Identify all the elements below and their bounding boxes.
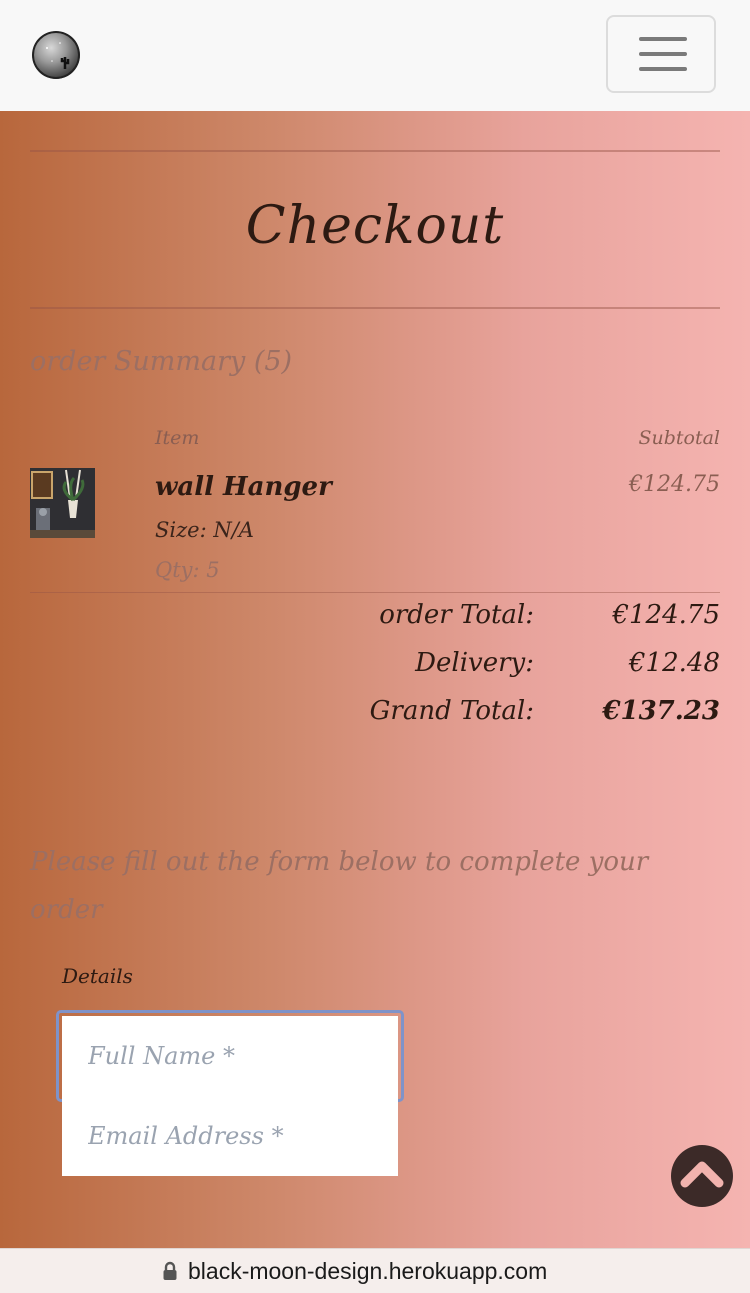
- form-instructions: Please fill out the form below to comple…: [30, 847, 649, 925]
- column-header-subtotal: Subtotal: [638, 427, 720, 449]
- moon-cactus-logo-icon[interactable]: [32, 31, 80, 79]
- product-name[interactable]: wall Hanger: [155, 472, 332, 502]
- chevron-up-icon: [680, 1161, 724, 1188]
- browser-url-bar[interactable]: black-moon-design.herokuapp.com: [0, 1248, 750, 1293]
- hamburger-menu-icon: [639, 37, 687, 41]
- order-summary-heading: order Summary (5): [30, 346, 293, 377]
- grand-total-value: €137.23: [602, 696, 720, 726]
- url-text[interactable]: black-moon-design.herokuapp.com: [188, 1258, 547, 1285]
- product-subtotal: €124.75: [629, 472, 720, 497]
- divider: [30, 150, 720, 152]
- lock-icon: [163, 1261, 177, 1280]
- delivery-value: €12.48: [629, 648, 720, 678]
- hamburger-menu-button[interactable]: [606, 15, 716, 93]
- back-to-top-button[interactable]: [671, 1145, 733, 1207]
- product-thumbnail: [30, 468, 95, 538]
- page-title: Checkout: [245, 196, 505, 256]
- delivery-label: Delivery:: [415, 648, 534, 678]
- divider: [30, 307, 720, 309]
- input-focus-ring: [56, 1010, 404, 1102]
- product-size: Size: N/A: [155, 518, 254, 542]
- divider: [30, 592, 720, 593]
- hamburger-menu-icon: [639, 52, 687, 56]
- hamburger-menu-icon: [639, 67, 687, 71]
- column-header-item: Item: [155, 427, 200, 449]
- checkout-page: Checkout order Summary (5) Item Subtotal…: [0, 0, 750, 1293]
- order-total-label: order Total:: [379, 600, 534, 630]
- details-fieldset-legend: Details: [62, 964, 133, 988]
- product-quantity: Qty: 5: [155, 558, 220, 582]
- email-input[interactable]: [62, 1096, 398, 1176]
- navbar: [0, 0, 750, 111]
- order-total-value: €124.75: [612, 600, 720, 630]
- grand-total-label: Grand Total:: [369, 696, 534, 726]
